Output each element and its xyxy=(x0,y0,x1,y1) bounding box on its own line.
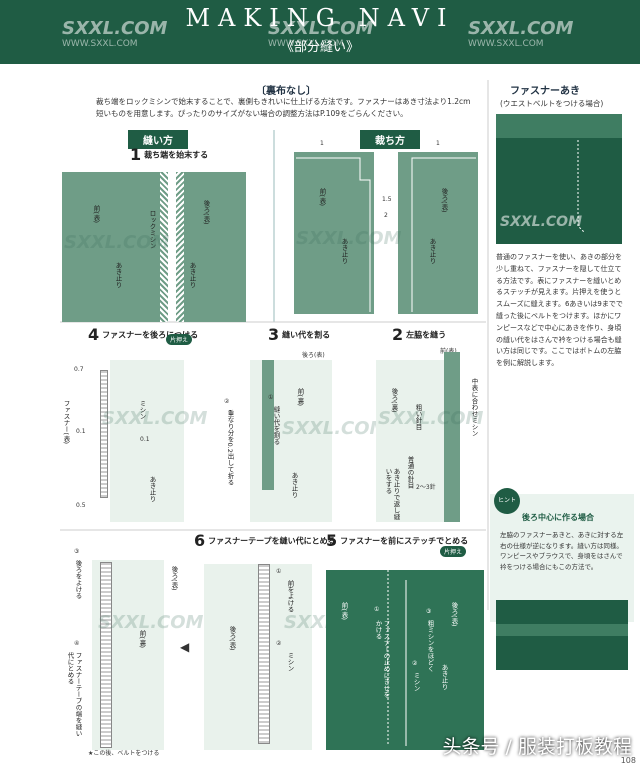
footer-caption: 头条号 / 服装打板教程 xyxy=(442,736,632,758)
label-front: 前(裏) xyxy=(296,388,304,407)
watermark: SXXL.COM xyxy=(98,612,204,633)
zipper xyxy=(100,562,112,748)
serge-edge xyxy=(176,172,184,322)
page-subtitle: 《部分縫い》 xyxy=(280,40,359,55)
mark: ④ xyxy=(74,640,80,647)
watermark: SXXL.COM xyxy=(64,232,170,253)
label-back: 後ろ(表) xyxy=(302,352,325,359)
label-front: 前(表) xyxy=(92,205,100,224)
label-open: あき止り xyxy=(148,476,156,502)
label-open: あき止り xyxy=(440,664,448,690)
mark: ① xyxy=(276,568,282,575)
cut-mark: 2 xyxy=(384,212,388,219)
label-front: 前(表) xyxy=(340,602,348,621)
right-body: 普通のファスナーを使い、あきの部分を少し重ねて、ファスナーを隠して仕立てる方法で… xyxy=(496,253,623,368)
label-back: 後ろ(表) xyxy=(170,566,178,591)
page-title: MAKING NAVI xyxy=(185,4,455,32)
label-back: 後ろ(表) xyxy=(440,188,448,213)
section-heading: 〔裏布なし〕 xyxy=(256,86,316,97)
hint-waistband xyxy=(496,624,628,636)
mark: ② xyxy=(224,398,230,405)
watermark: SXXL.COM xyxy=(282,418,388,439)
watermark: SXXL.COM xyxy=(296,228,402,249)
hint-title: 後ろ中心に作る場合 xyxy=(522,513,594,522)
arrow-left-icon: ◀ xyxy=(180,640,190,654)
label-open: あき止り xyxy=(290,472,298,498)
step-1-title: 1 裁ち端を始末する xyxy=(130,145,209,164)
mark: ③ xyxy=(426,608,432,615)
measure: 0.1 xyxy=(140,436,150,443)
watermark: SXXL.COM xyxy=(378,408,484,429)
label-stitch: 2〜3針 xyxy=(416,484,436,491)
step-3-title: 3 縫い代を割る xyxy=(268,325,331,344)
cut-mark: 1 xyxy=(436,140,440,147)
step-6-note: ミシン xyxy=(286,652,294,672)
step-6-note: 前をよける xyxy=(286,580,294,613)
step-5-note: 粗ミシンをほどく xyxy=(426,620,434,672)
measure: 0.1 xyxy=(76,428,86,435)
label-back: 後ろ(表) xyxy=(450,602,458,627)
right-heading: ファスナーあき xyxy=(510,86,580,97)
step-3-note: 重なり分を0.2出して折る xyxy=(226,410,234,486)
cut-mark: 1 xyxy=(320,140,324,147)
label-back: 後ろ(表) xyxy=(202,200,210,225)
watermark: SXXL.COM xyxy=(102,408,208,429)
label-open: あき止り xyxy=(188,262,196,288)
measure: 0.7 xyxy=(74,366,84,373)
step-3-note: 縫い代を割る xyxy=(272,406,280,445)
step-5-title: 5 ファスナーを前にステッチでとめる xyxy=(326,531,469,550)
step-2-front-layer xyxy=(444,352,460,522)
mark: ① xyxy=(268,394,274,401)
label-zipper: ファスナー(表) xyxy=(62,400,70,445)
step-5-note: ファスナーの止めにきせをかける xyxy=(374,620,390,698)
step-7-footnote: ★この後、ベルトをつける xyxy=(88,750,160,757)
hint-body: 左脇のファスナーあきと、あきに対する左右の仕様が逆になります。縫い方は同様。ワン… xyxy=(500,531,624,571)
zipper xyxy=(100,370,108,498)
step-1-back-panel xyxy=(176,172,246,322)
hint-badge: ヒント xyxy=(494,488,520,514)
step-4-foot-badge: 片押え xyxy=(166,334,193,345)
step-5-note: ミシン xyxy=(412,672,420,692)
page-number: 108 xyxy=(620,756,636,765)
label-normal: 普通の針目 xyxy=(406,456,414,489)
label-open: あき止り xyxy=(428,238,436,264)
tag-cutting: 裁ち方 xyxy=(360,130,420,149)
measure: 0.5 xyxy=(76,502,86,509)
mark: ① xyxy=(374,606,380,613)
section-intro: 裁ち端をロックミシンで始末することで、裏側もきれいに仕上げる方法です。ファスナー… xyxy=(96,97,471,118)
watermark: SXXL.COM xyxy=(500,214,583,230)
mark: ③ xyxy=(74,548,80,555)
label-front: 前(表) xyxy=(318,188,326,207)
label-open: あき止り xyxy=(114,262,122,288)
step-5-foot-badge: 片押え xyxy=(440,546,467,557)
cut-mark: 1.5 xyxy=(382,196,392,203)
right-subheading: (ウエストベルトをつける場合) xyxy=(500,99,604,108)
mark: ② xyxy=(276,640,282,647)
step-5-fabric xyxy=(326,570,484,750)
zipper xyxy=(258,564,270,744)
illustration-waistband xyxy=(496,114,622,138)
step-7-note: ファスナーテープの端を縫い代にとめる xyxy=(66,652,82,737)
mark: ② xyxy=(412,660,418,667)
label-note: あき止りで返し縫いをする xyxy=(384,468,400,520)
label-back: 後ろ(表) xyxy=(228,626,236,651)
cut-back-panel xyxy=(398,152,478,314)
step-7-note: 後ろをよける xyxy=(74,560,82,599)
step-6-title: 6 ファスナーテープを縫い代にとめる xyxy=(194,531,336,550)
step-2-title: 2 左脇を縫う xyxy=(392,325,447,344)
